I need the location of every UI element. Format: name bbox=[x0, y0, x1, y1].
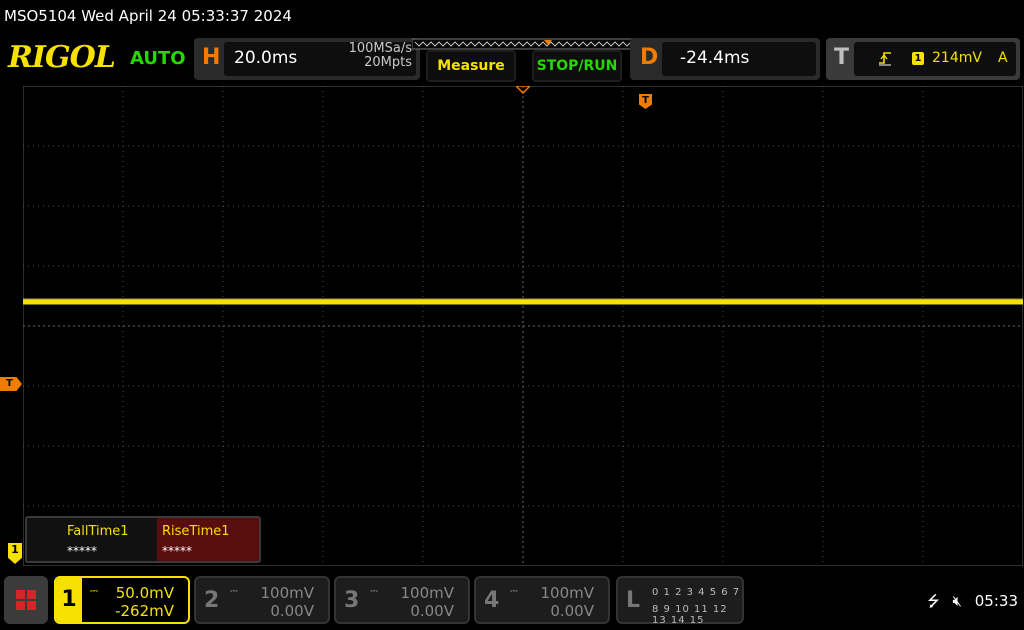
channel4-offset: 0.00V bbox=[550, 602, 594, 620]
delay-value: -24.4ms bbox=[680, 48, 750, 68]
stop-run-button[interactable]: STOP/RUN bbox=[532, 50, 622, 82]
sample-rate: 100MSa/s bbox=[348, 41, 412, 56]
speaker-muted-icon[interactable]: 🔇︎ bbox=[953, 592, 962, 610]
channel1-offset: -262mV bbox=[115, 602, 174, 620]
logic-analyzer-panel[interactable]: L 0 1 2 3 4 5 6 7 8 9 10 11 12 13 14 15 bbox=[616, 576, 744, 626]
measurement-risetime[interactable]: RiseTime1 ***** bbox=[157, 518, 259, 561]
title-bar: MSO5104 Wed April 24 05:33:37 2024 bbox=[0, 0, 1024, 36]
delay-letter: D bbox=[640, 45, 659, 70]
channel3-scale: 100mV bbox=[400, 584, 454, 602]
model-datetime: MSO5104 Wed April 24 05:33:37 2024 bbox=[4, 7, 292, 25]
channel2-scale: 100mV bbox=[260, 584, 314, 602]
rising-edge-icon bbox=[879, 52, 891, 66]
logic-channels-row1: 0 1 2 3 4 5 6 7 bbox=[652, 587, 741, 598]
channel2-number: 2 bbox=[204, 588, 220, 613]
rigol-logo: RIGOL bbox=[8, 40, 116, 75]
memory-depth: 20Mpts bbox=[364, 55, 412, 70]
logic-channels-row2: 8 9 10 11 12 13 14 15 bbox=[652, 604, 728, 626]
horizontal-panel[interactable]: H 20.0ms 100MSa/s 20Mpts bbox=[194, 38, 420, 80]
channel3-offset: 0.00V bbox=[410, 602, 454, 620]
channel3-panel[interactable]: 3 ⎓ 100mV 0.00V bbox=[334, 576, 470, 624]
trigger-letter: T bbox=[834, 45, 850, 70]
logic-letter: L bbox=[626, 588, 641, 613]
trigger-position-marker-icon bbox=[516, 86, 530, 94]
usb-icon: ⭍ bbox=[927, 592, 940, 610]
dc-coupling-icon: ⎓ bbox=[230, 586, 238, 597]
channel2-panel[interactable]: 2 ⎓ 100mV 0.00V bbox=[194, 576, 330, 624]
dc-coupling-icon: ⎓ bbox=[90, 586, 98, 597]
dc-coupling-icon: ⎓ bbox=[370, 586, 378, 597]
trigger-mode-status[interactable]: AUTO bbox=[130, 48, 186, 69]
trigger-sweep-mode: A bbox=[998, 50, 1008, 66]
channel1-offset-marker[interactable]: 1 bbox=[8, 543, 22, 564]
channel1-panel[interactable]: 1 ⎓ 50.0mV -262mV bbox=[54, 576, 190, 624]
trigger-source-badge: 1 bbox=[912, 52, 924, 65]
memory-timeline bbox=[412, 38, 636, 50]
channel1-number: 1 bbox=[56, 578, 82, 622]
channel2-offset: 0.00V bbox=[270, 602, 314, 620]
measure-button[interactable]: Measure bbox=[426, 50, 516, 82]
channel4-panel[interactable]: 4 ⎓ 100mV 0.00V bbox=[474, 576, 610, 624]
waveform-grid[interactable] bbox=[23, 86, 1023, 566]
measurement-results[interactable]: FallTime1 ***** RiseTime1 ***** bbox=[25, 516, 261, 563]
channel1-scale: 50.0mV bbox=[115, 584, 174, 602]
measurement-falltime[interactable]: FallTime1 ***** bbox=[27, 518, 157, 561]
system-tray: ⭍ 🔇︎ 05:33 bbox=[919, 591, 1018, 616]
channel4-scale: 100mV bbox=[540, 584, 594, 602]
horizontal-letter: H bbox=[202, 45, 221, 70]
clock-time: 05:33 bbox=[974, 592, 1018, 610]
timebase-value: 20.0ms bbox=[234, 48, 298, 68]
home-menu-button[interactable] bbox=[4, 576, 48, 624]
trigger-level: 214mV bbox=[932, 50, 982, 66]
channel4-number: 4 bbox=[484, 588, 500, 613]
channel3-number: 3 bbox=[344, 588, 360, 613]
trigger-panel[interactable]: T 1 214mV A bbox=[826, 38, 1020, 80]
dc-coupling-icon: ⎓ bbox=[510, 586, 518, 597]
delay-panel[interactable]: D -24.4ms bbox=[630, 38, 820, 80]
trigger-level-marker[interactable]: T bbox=[0, 377, 22, 391]
